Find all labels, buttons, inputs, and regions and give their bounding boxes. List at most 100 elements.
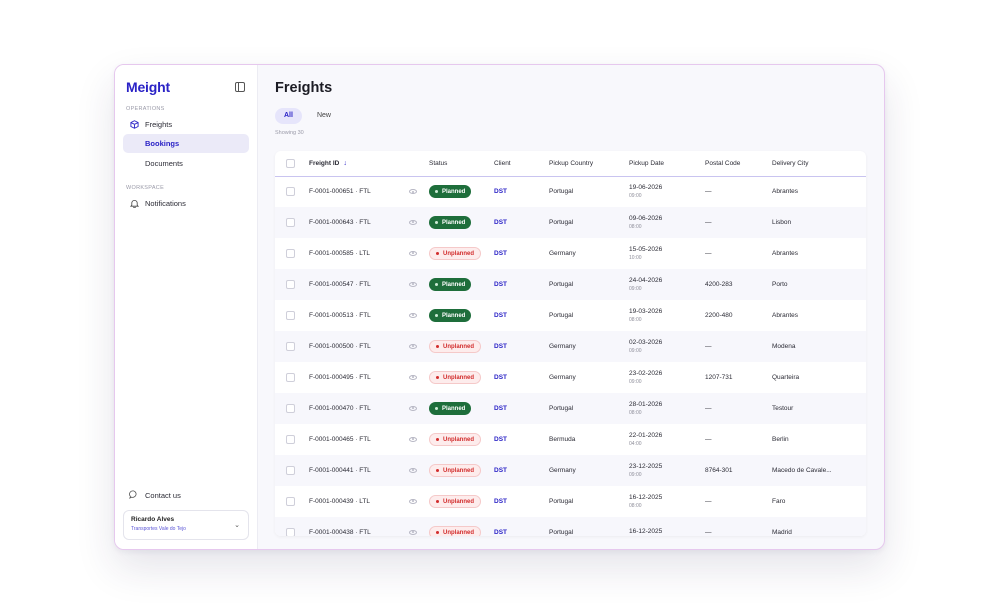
freight-id[interactable]: F-0001-000441 · FTL — [309, 455, 409, 486]
client-link[interactable]: DST — [494, 517, 549, 536]
pickup-date-cell: 23-12-2025 09:00 — [629, 455, 705, 486]
pickup-date-cell: 23-02-2026 09:00 — [629, 362, 705, 393]
freight-id[interactable]: F-0001-000470 · FTL — [309, 393, 409, 424]
row-checkbox[interactable] — [286, 528, 295, 536]
results-count: Showing 30 — [275, 130, 304, 136]
pickup-date-cell: 02-03-2026 09:00 — [629, 331, 705, 362]
eye-icon[interactable] — [409, 498, 417, 504]
freight-id[interactable]: F-0001-000495 · FTL — [309, 362, 409, 393]
sidebar-item-bookings[interactable]: Bookings — [123, 134, 249, 153]
client-link[interactable]: DST — [494, 455, 549, 486]
pickup-time: 08:00 — [629, 224, 642, 230]
brand-logo: Meight — [126, 79, 170, 95]
row-checkbox[interactable] — [286, 466, 295, 475]
eye-icon[interactable] — [409, 189, 417, 195]
eye-icon[interactable] — [409, 405, 417, 411]
table-row[interactable]: F-0001-000500 · FTL Unplanned DST German… — [275, 331, 866, 362]
client-link[interactable]: DST — [494, 393, 549, 424]
user-menu[interactable]: Ricardo Alves Transportes Vale do Tejo ⌄ — [123, 510, 249, 540]
row-checkbox[interactable] — [286, 342, 295, 351]
eye-icon[interactable] — [409, 436, 417, 442]
row-checkbox[interactable] — [286, 187, 295, 197]
client-link[interactable]: DST — [494, 176, 549, 207]
eye-icon[interactable] — [409, 219, 417, 225]
table-row[interactable]: F-0001-000438 · FTL Unplanned DST Portug… — [275, 517, 866, 536]
eye-icon[interactable] — [409, 312, 417, 318]
table-row[interactable]: F-0001-000439 · LTL Unplanned DST Portug… — [275, 486, 866, 517]
column-header-status: Status — [429, 151, 494, 177]
select-all-checkbox[interactable] — [286, 158, 295, 168]
eye-icon[interactable] — [409, 374, 417, 380]
chat-icon — [129, 490, 139, 501]
postal-code: — — [705, 250, 712, 257]
client-link[interactable]: DST — [494, 300, 549, 331]
box-icon — [129, 119, 139, 129]
row-checkbox[interactable] — [286, 218, 295, 227]
table-row[interactable]: F-0001-000585 · LTL Unplanned DST German… — [275, 238, 866, 269]
status-badge: Unplanned — [429, 464, 481, 477]
freight-id[interactable]: F-0001-000500 · FTL — [309, 331, 409, 362]
row-checkbox[interactable] — [286, 435, 295, 444]
table-row[interactable]: F-0001-000651 · FTL Planned DST Portugal… — [275, 176, 866, 207]
table-row[interactable]: F-0001-000513 · FTL Planned DST Portugal… — [275, 300, 866, 331]
freight-id[interactable]: F-0001-000651 · FTL — [309, 176, 409, 207]
column-header-freight-id[interactable]: Freight ID ↓ — [309, 151, 409, 177]
bell-icon — [129, 199, 139, 208]
status-badge: Unplanned — [429, 371, 481, 384]
row-checkbox[interactable] — [286, 497, 295, 506]
eye-icon[interactable] — [409, 467, 417, 473]
status-label: Planned — [442, 281, 466, 288]
pickup-date-cell: 19-03-2026 08:00 — [629, 300, 705, 331]
table-row[interactable]: F-0001-000547 · FTL Planned DST Portugal… — [275, 269, 866, 300]
sidebar-item-documents[interactable]: Documents — [123, 154, 249, 173]
table-row[interactable]: F-0001-000495 · FTL Unplanned DST German… — [275, 362, 866, 393]
section-label-operations: OPERATIONS — [126, 106, 165, 112]
client-link[interactable]: DST — [494, 362, 549, 393]
eye-icon[interactable] — [409, 250, 417, 256]
delivery-city: Lisbon — [772, 219, 792, 226]
table-row[interactable]: F-0001-000441 · FTL Unplanned DST German… — [275, 455, 866, 486]
eye-icon[interactable] — [409, 343, 417, 349]
row-checkbox[interactable] — [286, 311, 295, 320]
sidebar-item-freights[interactable]: Freights — [123, 115, 249, 133]
freight-id[interactable]: F-0001-000465 · FTL — [309, 424, 409, 455]
pickup-date-cell: 24-04-2026 09:00 — [629, 269, 705, 300]
row-checkbox[interactable] — [286, 280, 295, 289]
delivery-city: Faro — [772, 498, 786, 505]
column-header-pickup-country: Pickup Country — [549, 151, 629, 177]
client-link[interactable]: DST — [494, 238, 549, 269]
pickup-date: 16-12-2025 — [629, 494, 663, 501]
client-link[interactable]: DST — [494, 331, 549, 362]
row-checkbox[interactable] — [286, 404, 295, 413]
delivery-city: Berlin — [772, 436, 789, 443]
tab-new[interactable]: New — [308, 108, 340, 124]
status-badge: Planned — [429, 309, 472, 322]
table-row[interactable]: F-0001-000465 · FTL Unplanned DST Bermud… — [275, 424, 866, 455]
status-label: Unplanned — [443, 498, 474, 505]
freight-id[interactable]: F-0001-000513 · FTL — [309, 300, 409, 331]
row-checkbox[interactable] — [286, 373, 295, 382]
table-row[interactable]: F-0001-000643 · FTL Planned DST Portugal… — [275, 207, 866, 238]
row-checkbox[interactable] — [286, 249, 295, 258]
table-row[interactable]: F-0001-000470 · FTL Planned DST Portugal… — [275, 393, 866, 424]
status-label: Planned — [442, 188, 466, 195]
sort-down-icon: ↓ — [343, 159, 347, 167]
client-link[interactable]: DST — [494, 269, 549, 300]
contact-us-link[interactable]: Contact us — [123, 490, 181, 501]
eye-icon[interactable] — [409, 529, 417, 535]
client-link[interactable]: DST — [494, 424, 549, 455]
tab-all[interactable]: All — [275, 108, 302, 124]
freight-id[interactable]: F-0001-000585 · LTL — [309, 238, 409, 269]
status-label: Unplanned — [443, 436, 474, 443]
sidebar-toggle-icon[interactable] — [235, 82, 245, 92]
pickup-date: 02-03-2026 — [629, 339, 663, 346]
freight-id[interactable]: F-0001-000439 · LTL — [309, 486, 409, 517]
freight-id[interactable]: F-0001-000547 · FTL — [309, 269, 409, 300]
freight-id[interactable]: F-0001-000438 · FTL — [309, 517, 409, 536]
client-link[interactable]: DST — [494, 486, 549, 517]
sidebar-item-notifications[interactable]: Notifications — [123, 194, 249, 212]
eye-icon[interactable] — [409, 281, 417, 287]
freight-id[interactable]: F-0001-000643 · FTL — [309, 207, 409, 238]
tab-bar: All New — [275, 108, 866, 124]
client-link[interactable]: DST — [494, 207, 549, 238]
